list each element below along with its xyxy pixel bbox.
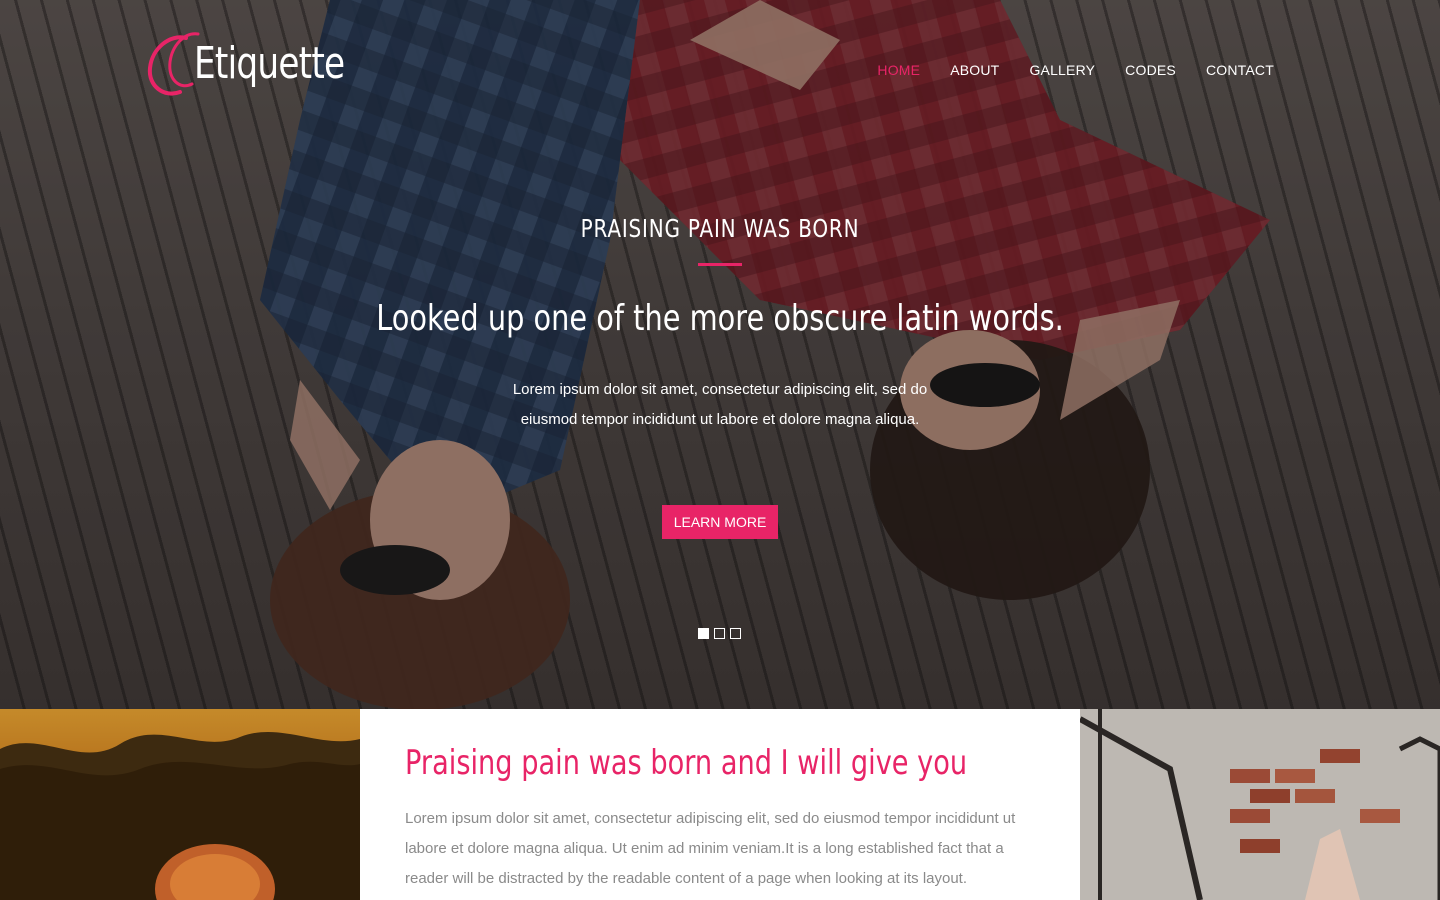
main-nav: HOME ABOUT GALLERY CODES CONTACT [877,62,1274,78]
nav-item-gallery[interactable]: GALLERY [1029,62,1095,78]
nav-item-contact[interactable]: CONTACT [1206,62,1274,78]
nav-item-home[interactable]: HOME [877,62,920,78]
slider-pagination [698,628,741,639]
nav-item-about[interactable]: ABOUT [950,62,999,78]
right-feature-image [1080,709,1440,900]
intro-section: Praising pain was born and I will give y… [0,709,1440,900]
hero-divider [698,263,742,266]
nav-item-codes[interactable]: CODES [1125,62,1176,78]
hero-title: Looked up one of the more obscure latin … [376,298,1064,339]
brand-logo[interactable]: Etiquette [146,28,387,100]
hero-overlay [0,0,1440,709]
learn-more-button[interactable]: LEARN MORE [662,505,778,539]
hero-subtitle: PRAISING PAIN WAS BORN [580,214,860,243]
hero-banner: Etiquette HOME ABOUT GALLERY CODES CONTA… [0,0,1440,709]
slider-dot[interactable] [698,628,709,639]
section-text: Lorem ipsum dolor sit amet, consectetur … [405,810,1016,887]
slider-dot[interactable] [730,628,741,639]
autumn-woman-photo [0,731,360,900]
brand-name: Etiquette [194,38,345,89]
section-title: Praising pain was born and I will give y… [405,743,968,783]
hero-description: Lorem ipsum dolor sit amet, consectetur … [512,381,928,428]
brick-wall-photo [1080,709,1440,900]
left-feature-image [0,709,360,900]
slider-dot[interactable] [714,628,725,639]
